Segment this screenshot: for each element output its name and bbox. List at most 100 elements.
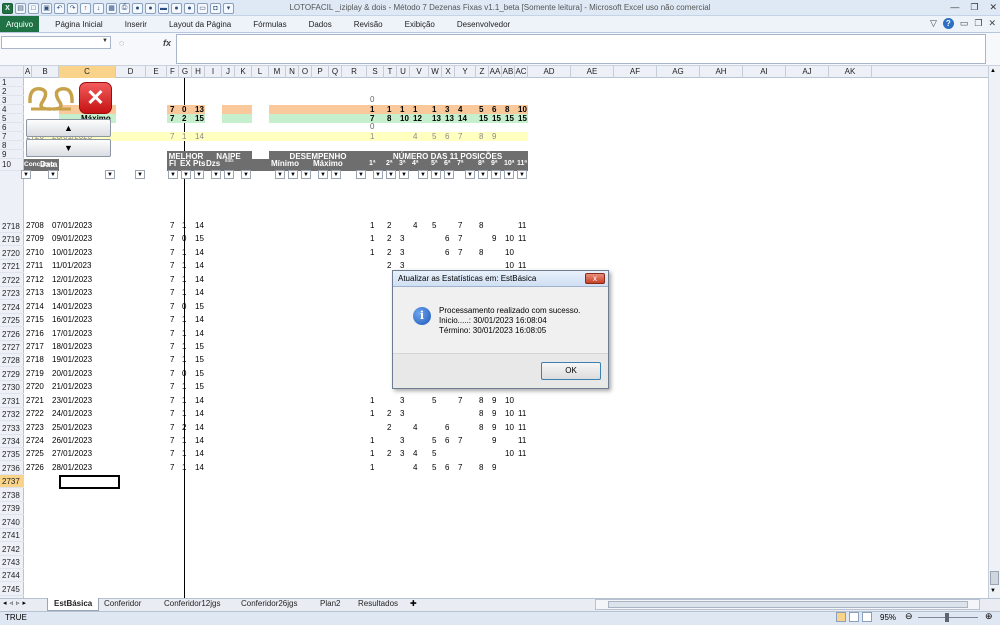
position-cell[interactable]: 5 xyxy=(432,449,436,459)
concurso-cell[interactable]: 2708 xyxy=(26,221,44,231)
ribbon-tab[interactable]: Inserir xyxy=(114,16,158,32)
fi-cell[interactable]: 7 xyxy=(170,234,174,244)
pts-cell[interactable]: 14 xyxy=(195,275,204,285)
row-header[interactable]: 2741 xyxy=(0,529,24,543)
position-cell[interactable]: 7 xyxy=(458,463,462,473)
position-cell[interactable]: 9 xyxy=(492,409,496,419)
filter-dropdown-icon[interactable]: ▼ xyxy=(241,170,251,179)
position-cell[interactable]: 2 xyxy=(387,261,391,271)
zoom-in-icon[interactable]: ⊕ xyxy=(985,611,993,622)
filter-dropdown-icon[interactable]: ▼ xyxy=(211,170,221,179)
normal-view-icon[interactable] xyxy=(836,612,846,622)
column-header[interactable]: G xyxy=(179,66,192,78)
column-header[interactable]: L xyxy=(252,66,269,78)
scroll-thumb[interactable] xyxy=(990,571,999,585)
fi-cell[interactable]: 7 xyxy=(170,302,174,312)
fi-cell[interactable]: 7 xyxy=(170,248,174,258)
filter-dropdown-icon[interactable]: ▼ xyxy=(224,170,234,179)
chevron-down-icon[interactable]: ▼ xyxy=(990,588,996,594)
date-cell[interactable]: 11/01/2023 xyxy=(52,261,91,271)
filter-dropdown-icon[interactable]: ▼ xyxy=(288,170,298,179)
close-icon[interactable]: ✕ xyxy=(989,2,997,13)
pts-cell[interactable]: 14 xyxy=(195,248,204,258)
row-header[interactable]: 2736 xyxy=(0,462,24,475)
pts-cell[interactable]: 15 xyxy=(195,355,204,365)
concurso-cell[interactable]: 2726 xyxy=(26,463,44,473)
ex-cell[interactable]: 0 xyxy=(182,234,186,244)
position-cell[interactable]: 2 xyxy=(387,423,391,433)
row-header[interactable]: 3 xyxy=(0,96,24,105)
chevron-up-icon[interactable]: ▲ xyxy=(990,68,996,74)
zoom-slider-thumb[interactable] xyxy=(945,613,949,622)
position-cell[interactable]: 3 xyxy=(400,436,404,446)
position-cell[interactable]: 8 xyxy=(479,463,483,473)
row-header[interactable]: 2739 xyxy=(0,502,24,516)
function-icon[interactable]: fx xyxy=(163,38,171,48)
concurso-cell[interactable]: 2717 xyxy=(26,342,44,352)
pts-cell[interactable]: 14 xyxy=(195,409,204,419)
row-header[interactable]: 2742 xyxy=(0,543,24,556)
position-cell[interactable]: 10 xyxy=(505,409,514,419)
filter-dropdown-icon[interactable]: ▼ xyxy=(181,170,191,179)
column-header[interactable]: T xyxy=(384,66,397,78)
position-cell[interactable]: 1 xyxy=(370,463,374,473)
pts-cell[interactable]: 14 xyxy=(195,396,204,406)
position-cell[interactable]: 7 xyxy=(458,221,462,231)
concurso-cell[interactable]: 2712 xyxy=(26,275,44,285)
concurso-cell[interactable]: 2710 xyxy=(26,248,44,258)
concurso-cell[interactable]: 2713 xyxy=(26,288,44,298)
filter-dropdown-icon[interactable]: ▼ xyxy=(444,170,454,179)
filter-dropdown-icon[interactable]: ▼ xyxy=(194,170,204,179)
fi-cell[interactable]: 7 xyxy=(170,315,174,325)
position-cell[interactable]: 2 xyxy=(387,221,391,231)
fi-cell[interactable]: 7 xyxy=(170,275,174,285)
position-cell[interactable]: 5 xyxy=(432,463,436,473)
column-header[interactable]: Q xyxy=(329,66,342,78)
pts-cell[interactable]: 14 xyxy=(195,423,204,433)
filter-dropdown-icon[interactable]: ▼ xyxy=(431,170,441,179)
column-header[interactable]: AA xyxy=(489,66,502,78)
position-cell[interactable]: 10 xyxy=(505,423,514,433)
row-header[interactable]: 5 xyxy=(0,114,24,123)
filter-dropdown-icon[interactable]: ▼ xyxy=(418,170,428,179)
row-header[interactable]: 2729 xyxy=(0,368,24,381)
ribbon-tab[interactable]: Dados xyxy=(298,16,343,32)
zoom-level[interactable]: 95% xyxy=(880,613,896,622)
sheet-nav-arrows[interactable]: ◂◃▹▸ xyxy=(3,599,29,607)
position-cell[interactable]: 9 xyxy=(492,396,496,406)
column-header[interactable]: F xyxy=(167,66,179,78)
row-header[interactable]: 4 xyxy=(0,105,24,114)
pts-cell[interactable]: 14 xyxy=(195,261,204,271)
page-break-view-icon[interactable] xyxy=(862,612,872,622)
ex-cell[interactable]: 1 xyxy=(182,315,186,325)
date-cell[interactable]: 19/01/2023 xyxy=(52,355,92,365)
position-cell[interactable]: 6 xyxy=(445,248,449,258)
column-header[interactable]: Y xyxy=(455,66,476,78)
position-cell[interactable]: 10 xyxy=(505,396,514,406)
row-header[interactable]: 2740 xyxy=(0,516,24,529)
position-cell[interactable]: 7 xyxy=(458,248,462,258)
column-header[interactable]: P xyxy=(312,66,329,78)
filter-dropdown-icon[interactable]: ▼ xyxy=(356,170,366,179)
position-cell[interactable]: 11 xyxy=(518,234,526,244)
ex-cell[interactable]: 1 xyxy=(182,342,186,352)
close-icon[interactable]: ✕ xyxy=(988,18,996,29)
zoom-out-icon[interactable]: ⊖ xyxy=(905,611,913,622)
fi-cell[interactable]: 7 xyxy=(170,355,174,365)
filter-dropdown-icon[interactable]: ▼ xyxy=(386,170,396,179)
position-cell[interactable]: 11 xyxy=(518,409,526,419)
ribbon-tab[interactable]: Exibição xyxy=(394,16,446,32)
sheet-tab[interactable]: Conferidor12jgs xyxy=(158,598,226,611)
row-header[interactable]: 2735 xyxy=(0,448,24,462)
row-header[interactable]: 2720 xyxy=(0,247,24,260)
position-cell[interactable]: 8 xyxy=(479,248,483,258)
position-cell[interactable]: 5 xyxy=(432,396,436,406)
row-header[interactable]: 2722 xyxy=(0,274,24,287)
date-cell[interactable]: 20/01/2023 xyxy=(52,369,92,379)
filter-dropdown-icon[interactable]: ▼ xyxy=(373,170,383,179)
minimize-icon[interactable]: ▭ xyxy=(960,18,969,29)
position-cell[interactable]: 6 xyxy=(445,234,449,244)
row-header[interactable]: 2745 xyxy=(0,583,24,596)
column-header[interactable]: R xyxy=(342,66,367,78)
ex-cell[interactable]: 1 xyxy=(182,248,186,258)
